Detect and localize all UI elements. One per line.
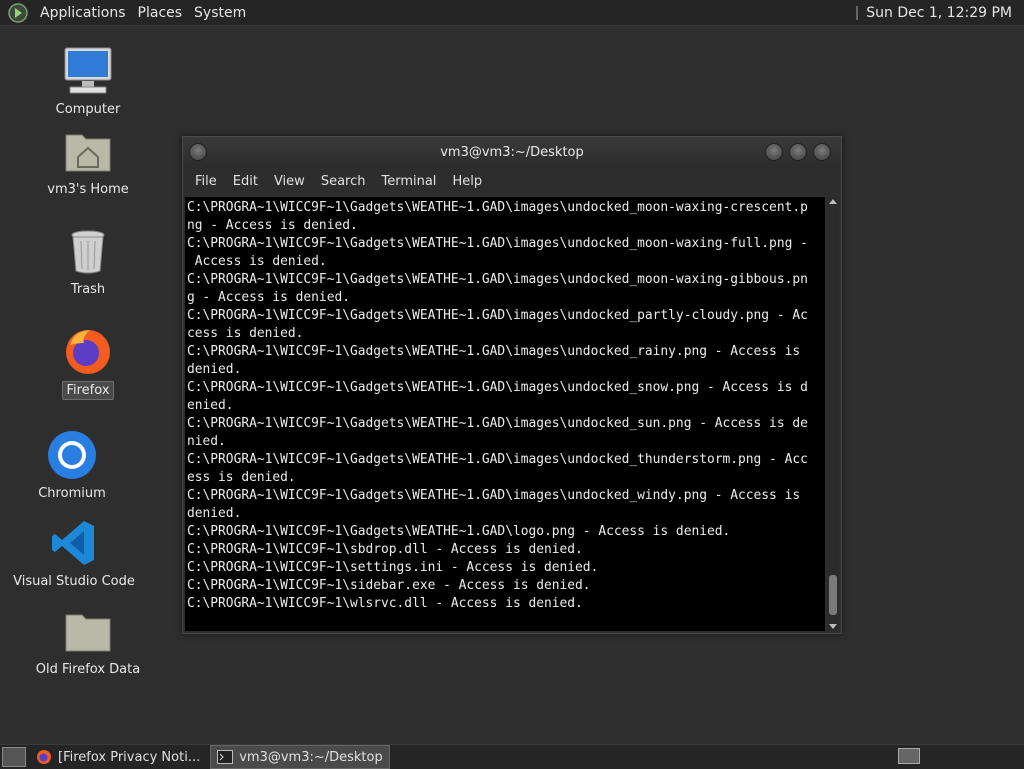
terminal-scrollbar[interactable] bbox=[827, 197, 839, 631]
menu-help[interactable]: Help bbox=[444, 174, 490, 189]
terminal-output[interactable]: C:\PROGRA~1\WICC9F~1\Gadgets\WEATHE~1.GA… bbox=[185, 197, 825, 631]
menu-search[interactable]: Search bbox=[313, 174, 374, 189]
desktop-icon-computer[interactable]: Computer bbox=[23, 45, 153, 118]
terminal-line: C:\PROGRA~1\WICC9F~1\Gadgets\WEATHE~1.GA… bbox=[187, 416, 808, 431]
panel-separator bbox=[856, 5, 859, 20]
taskbar-item-label: [Firefox Privacy Noti... bbox=[58, 749, 201, 765]
clock-text: Sun Dec 1, 12:29 PM bbox=[866, 4, 1012, 21]
firefox-icon bbox=[37, 750, 51, 764]
terminal-menubar: File Edit View Search Terminal Help bbox=[183, 167, 841, 195]
maximize-button[interactable] bbox=[789, 143, 807, 161]
minimize-button[interactable] bbox=[765, 143, 783, 161]
taskbar-item-firefox[interactable]: [Firefox Privacy Noti... bbox=[30, 746, 206, 768]
terminal-line: C:\PROGRA~1\WICC9F~1\Gadgets\WEATHE~1.GA… bbox=[187, 308, 808, 323]
desktop-icon-chromium[interactable]: Chromium bbox=[7, 429, 137, 502]
terminal-line: C:\PROGRA~1\WICC9F~1\Gadgets\WEATHE~1.GA… bbox=[187, 344, 801, 359]
applications-menu[interactable]: Applications bbox=[34, 5, 132, 21]
terminal-line: denied. bbox=[187, 362, 242, 377]
taskbar-item-label: vm3@vm3:~/Desktop bbox=[239, 749, 383, 765]
firefox-icon bbox=[62, 325, 114, 377]
menu-view[interactable]: View bbox=[266, 174, 313, 189]
terminal-line: g - Access is denied. bbox=[187, 290, 350, 305]
vscode-icon bbox=[48, 517, 100, 569]
terminal-line: ess is denied. bbox=[187, 470, 296, 485]
bottom-taskbar: [Firefox Privacy Noti... vm3@vm3:~/Deskt… bbox=[0, 744, 1024, 769]
desktop-icon-label: Old Firefox Data bbox=[35, 662, 141, 677]
terminal-line: C:\PROGRA~1\WICC9F~1\Gadgets\WEATHE~1.GA… bbox=[187, 236, 808, 251]
desktop-icon-home[interactable]: vm3's Home bbox=[23, 125, 153, 198]
terminal-line: C:\PROGRA~1\WICC9F~1\sbdrop.dll - Access… bbox=[187, 542, 583, 557]
terminal-window: vm3@vm3:~/Desktop File Edit View Search … bbox=[182, 136, 842, 634]
desktop-icon-label: Chromium bbox=[38, 486, 106, 501]
terminal-title: vm3@vm3:~/Desktop bbox=[440, 144, 584, 160]
trash-icon bbox=[62, 225, 114, 277]
clock[interactable]: Sun Dec 1, 12:29 PM bbox=[856, 5, 1012, 21]
menu-terminal[interactable]: Terminal bbox=[373, 174, 444, 189]
home-folder-icon bbox=[62, 125, 114, 177]
folder-icon bbox=[62, 605, 114, 657]
terminal-line: C:\PROGRA~1\WICC9F~1\Gadgets\WEATHE~1.GA… bbox=[187, 200, 808, 215]
terminal-line: C:\PROGRA~1\WICC9F~1\Gadgets\WEATHE~1.GA… bbox=[187, 452, 808, 467]
terminal-line: C:\PROGRA~1\WICC9F~1\Gadgets\WEATHE~1.GA… bbox=[187, 380, 808, 395]
terminal-line: C:\PROGRA~1\WICC9F~1\settings.ini - Acce… bbox=[187, 560, 599, 575]
scrollbar-thumb[interactable] bbox=[829, 575, 837, 615]
show-desktop-button[interactable] bbox=[2, 747, 26, 767]
terminal-line: C:\PROGRA~1\WICC9F~1\Gadgets\WEATHE~1.GA… bbox=[187, 524, 731, 539]
menu-file[interactable]: File bbox=[187, 174, 225, 189]
desktop-icon-label: Firefox bbox=[62, 381, 114, 400]
terminal-line: enied. bbox=[187, 398, 234, 413]
desktop-icon-old-firefox-data[interactable]: Old Firefox Data bbox=[23, 605, 153, 678]
main-menu-icon[interactable] bbox=[8, 2, 28, 23]
taskbar-item-terminal[interactable]: vm3@vm3:~/Desktop bbox=[210, 745, 390, 769]
system-menu[interactable]: System bbox=[188, 5, 252, 21]
scroll-up-icon[interactable] bbox=[829, 199, 837, 204]
close-button[interactable] bbox=[813, 143, 831, 161]
desktop-icon-label: Trash bbox=[70, 282, 106, 297]
window-menu-button[interactable] bbox=[189, 143, 207, 161]
scroll-down-icon[interactable] bbox=[829, 624, 837, 629]
terminal-titlebar[interactable]: vm3@vm3:~/Desktop bbox=[183, 137, 841, 167]
places-menu[interactable]: Places bbox=[132, 5, 189, 21]
terminal-line: C:\PROGRA~1\WICC9F~1\Gadgets\WEATHE~1.GA… bbox=[187, 488, 801, 503]
terminal-line: ng - Access is denied. bbox=[187, 218, 358, 233]
terminal-line: C:\PROGRA~1\WICC9F~1\wlsrvc.dll - Access… bbox=[187, 596, 583, 611]
desktop-icon-label: Visual Studio Code bbox=[13, 574, 135, 589]
chromium-icon bbox=[46, 429, 98, 481]
terminal-line: Access is denied. bbox=[187, 254, 327, 269]
desktop-icon-trash[interactable]: Trash bbox=[23, 225, 153, 298]
desktop-icon-label: vm3's Home bbox=[47, 182, 129, 197]
terminal-line: C:\PROGRA~1\WICC9F~1\sidebar.exe - Acces… bbox=[187, 578, 591, 593]
desktop-icon-label: Computer bbox=[55, 102, 121, 117]
terminal-text: C:\PROGRA~1\WICC9F~1\Gadgets\WEATHE~1.GA… bbox=[185, 197, 825, 615]
workspace-switcher[interactable] bbox=[898, 748, 920, 764]
terminal-line: C:\PROGRA~1\WICC9F~1\Gadgets\WEATHE~1.GA… bbox=[187, 272, 808, 287]
terminal-icon bbox=[217, 750, 234, 764]
desktop-icon-vscode[interactable]: Visual Studio Code bbox=[9, 517, 139, 590]
terminal-line: cess is denied. bbox=[187, 326, 304, 341]
terminal-line: denied. bbox=[187, 506, 242, 521]
terminal-line: nied. bbox=[187, 434, 226, 449]
computer-icon bbox=[62, 45, 114, 97]
menu-edit[interactable]: Edit bbox=[225, 174, 266, 189]
desktop-icon-firefox[interactable]: Firefox bbox=[23, 325, 153, 400]
top-panel: Applications Places System Sun Dec 1, 12… bbox=[0, 0, 1024, 26]
